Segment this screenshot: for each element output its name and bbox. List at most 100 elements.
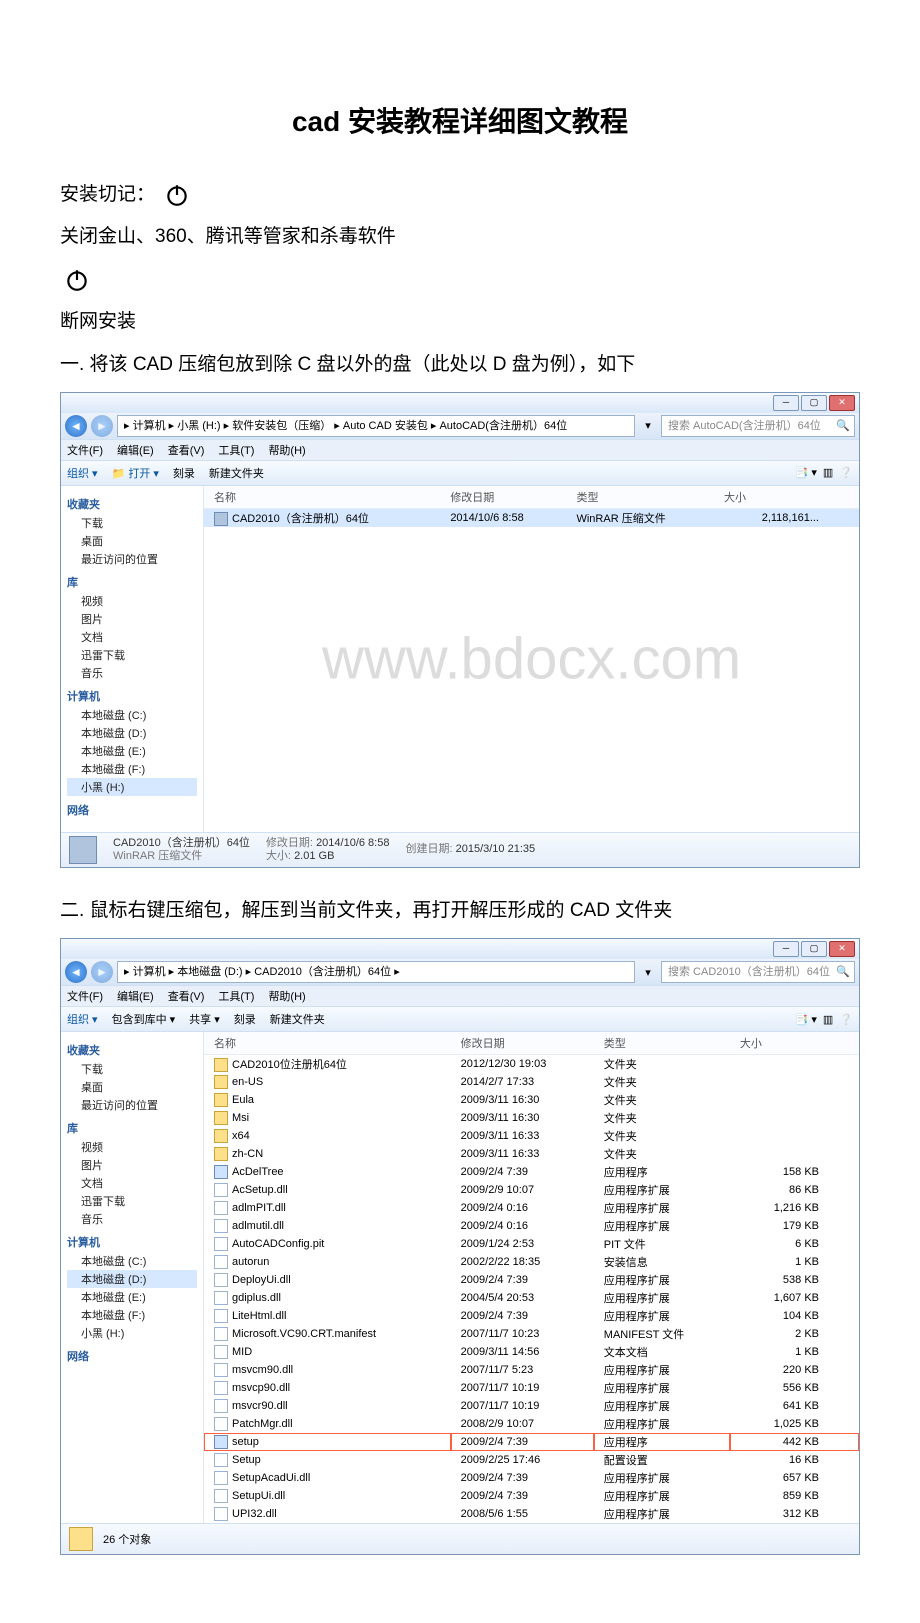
burn-button[interactable]: 刻录 [173, 465, 195, 481]
menu-help[interactable]: 帮助(H) [268, 988, 305, 1004]
menu-edit[interactable]: 编辑(E) [117, 442, 154, 458]
nav-videos[interactable]: 视频 [67, 592, 197, 610]
nav-recent[interactable]: 最近访问的位置 [67, 1096, 197, 1114]
preview-icon[interactable]: ▥ [823, 466, 833, 479]
table-row[interactable]: Setup2009/2/25 17:46配置设置16 KB [204, 1451, 859, 1469]
nav-documents[interactable]: 文档 [67, 628, 197, 646]
open-button[interactable]: 📁 打开 ▾ [112, 465, 159, 481]
nav-drive-e[interactable]: 本地磁盘 (E:) [67, 1288, 197, 1306]
table-row[interactable]: MID2009/3/11 14:56文本文档1 KB [204, 1343, 859, 1361]
organize-button[interactable]: 组织 ▾ [67, 465, 98, 481]
nav-pictures[interactable]: 图片 [67, 1156, 197, 1174]
col-type[interactable]: 类型 [566, 486, 714, 509]
menu-file[interactable]: 文件(F) [67, 988, 103, 1004]
col-name[interactable]: 名称 [204, 1032, 451, 1055]
col-date[interactable]: 修改日期 [440, 486, 566, 509]
nav-music[interactable]: 音乐 [67, 1210, 197, 1228]
nav-downloads[interactable]: 下载 [67, 1060, 197, 1078]
table-row[interactable]: DeployUi.dll2009/2/4 7:39应用程序扩展538 KB [204, 1271, 859, 1289]
back-button[interactable]: ◄ [65, 961, 87, 983]
minimize-button[interactable]: ─ [773, 941, 799, 957]
table-row[interactable]: msvcm90.dll2007/11/7 5:23应用程序扩展220 KB [204, 1361, 859, 1379]
nav-network[interactable]: 网络 [67, 802, 197, 818]
table-row[interactable]: adlmutil.dll2009/2/4 0:16应用程序扩展179 KB [204, 1217, 859, 1235]
nav-music[interactable]: 音乐 [67, 664, 197, 682]
burn-button[interactable]: 刻录 [234, 1011, 256, 1027]
table-row[interactable]: x642009/3/11 16:33文件夹 [204, 1127, 859, 1145]
share-button[interactable]: 共享 ▾ [189, 1011, 220, 1027]
table-row[interactable]: en-US2014/2/7 17:33文件夹 [204, 1073, 859, 1091]
organize-button[interactable]: 组织 ▾ [67, 1011, 98, 1027]
nav-recent[interactable]: 最近访问的位置 [67, 550, 197, 568]
view-icon[interactable]: 📑 ▾ [795, 1013, 817, 1026]
col-name[interactable]: 名称 [204, 486, 440, 509]
table-row[interactable]: setup2009/2/4 7:39应用程序442 KB [204, 1433, 859, 1451]
table-row[interactable]: UPI32.dll2008/5/6 1:55应用程序扩展312 KB [204, 1505, 859, 1523]
table-row[interactable]: msvcr90.dll2007/11/7 10:19应用程序扩展641 KB [204, 1397, 859, 1415]
table-row[interactable]: CAD2010（含注册机）64位2014/10/6 8:58WinRAR 压缩文… [204, 508, 859, 527]
table-row[interactable]: PatchMgr.dll2008/2/9 10:07应用程序扩展1,025 KB [204, 1415, 859, 1433]
col-date[interactable]: 修改日期 [451, 1032, 594, 1055]
nav-drive-d[interactable]: 本地磁盘 (D:) [67, 1270, 197, 1288]
nav-drive-f[interactable]: 本地磁盘 (F:) [67, 760, 197, 778]
table-row[interactable]: SetupAcadUi.dll2009/2/4 7:39应用程序扩展657 KB [204, 1469, 859, 1487]
breadcrumb[interactable]: ▸ 计算机 ▸ 本地磁盘 (D:) ▸ CAD2010（含注册机）64位 ▸ [117, 961, 635, 983]
nav-drive-e[interactable]: 本地磁盘 (E:) [67, 742, 197, 760]
table-row[interactable]: gdiplus.dll2004/5/4 20:53应用程序扩展1,607 KB [204, 1289, 859, 1307]
nav-videos[interactable]: 视频 [67, 1138, 197, 1156]
nav-drive-c[interactable]: 本地磁盘 (C:) [67, 1252, 197, 1270]
table-row[interactable]: Msi2009/3/11 16:30文件夹 [204, 1109, 859, 1127]
table-row[interactable]: AcDelTree2009/2/4 7:39应用程序158 KB [204, 1163, 859, 1181]
table-row[interactable]: adlmPIT.dll2009/2/4 0:16应用程序扩展1,216 KB [204, 1199, 859, 1217]
maximize-button[interactable]: ▢ [801, 941, 827, 957]
col-size[interactable]: 大小 [730, 1032, 859, 1055]
menu-view[interactable]: 查看(V) [168, 442, 205, 458]
table-row[interactable]: CAD2010位注册机64位2012/12/30 19:03文件夹 [204, 1055, 859, 1074]
menu-tools[interactable]: 工具(T) [218, 442, 254, 458]
nav-desktop[interactable]: 桌面 [67, 532, 197, 550]
nav-thunder[interactable]: 迅雷下载 [67, 1192, 197, 1210]
forward-button[interactable]: ► [91, 415, 113, 437]
help-icon[interactable]: ❔ [839, 466, 853, 479]
search-input[interactable]: 搜索 AutoCAD(含注册机）64位 [661, 415, 855, 437]
table-row[interactable]: Microsoft.VC90.CRT.manifest2007/11/7 10:… [204, 1325, 859, 1343]
nav-pictures[interactable]: 图片 [67, 610, 197, 628]
table-row[interactable]: LiteHtml.dll2009/2/4 7:39应用程序扩展104 KB [204, 1307, 859, 1325]
table-row[interactable]: msvcp90.dll2007/11/7 10:19应用程序扩展556 KB [204, 1379, 859, 1397]
close-button[interactable]: ✕ [829, 395, 855, 411]
nav-drive-h[interactable]: 小黑 (H:) [67, 1324, 197, 1342]
nav-network[interactable]: 网络 [67, 1348, 197, 1364]
forward-button[interactable]: ► [91, 961, 113, 983]
menu-edit[interactable]: 编辑(E) [117, 988, 154, 1004]
search-input[interactable]: 搜索 CAD2010（含注册机）64位 [661, 961, 855, 983]
nav-drive-d[interactable]: 本地磁盘 (D:) [67, 724, 197, 742]
menu-view[interactable]: 查看(V) [168, 988, 205, 1004]
new-folder-button[interactable]: 新建文件夹 [209, 465, 264, 481]
nav-downloads[interactable]: 下载 [67, 514, 197, 532]
nav-drive-c[interactable]: 本地磁盘 (C:) [67, 706, 197, 724]
breadcrumb[interactable]: ▸ 计算机 ▸ 小黑 (H:) ▸ 软件安装包（压缩） ▸ Auto CAD 安… [117, 415, 635, 437]
include-button[interactable]: 包含到库中 ▾ [112, 1011, 176, 1027]
table-row[interactable]: AutoCADConfig.pit2009/1/24 2:53PIT 文件6 K… [204, 1235, 859, 1253]
menu-file[interactable]: 文件(F) [67, 442, 103, 458]
col-size[interactable]: 大小 [714, 486, 859, 509]
help-icon[interactable]: ❔ [839, 1013, 853, 1026]
nav-drive-f[interactable]: 本地磁盘 (F:) [67, 1306, 197, 1324]
close-button[interactable]: ✕ [829, 941, 855, 957]
table-row[interactable]: zh-CN2009/3/11 16:33文件夹 [204, 1145, 859, 1163]
minimize-button[interactable]: ─ [773, 395, 799, 411]
table-row[interactable]: AcSetup.dll2009/2/9 10:07应用程序扩展86 KB [204, 1181, 859, 1199]
table-row[interactable]: autorun2002/2/22 18:35安装信息1 KB [204, 1253, 859, 1271]
new-folder-button[interactable]: 新建文件夹 [270, 1011, 325, 1027]
nav-thunder[interactable]: 迅雷下载 [67, 646, 197, 664]
nav-documents[interactable]: 文档 [67, 1174, 197, 1192]
view-icon[interactable]: 📑 ▾ [795, 466, 817, 479]
menu-help[interactable]: 帮助(H) [268, 442, 305, 458]
back-button[interactable]: ◄ [65, 415, 87, 437]
preview-icon[interactable]: ▥ [823, 1013, 833, 1026]
maximize-button[interactable]: ▢ [801, 395, 827, 411]
menu-tools[interactable]: 工具(T) [218, 988, 254, 1004]
nav-drive-h[interactable]: 小黑 (H:) [67, 778, 197, 796]
col-type[interactable]: 类型 [594, 1032, 730, 1055]
table-row[interactable]: SetupUi.dll2009/2/4 7:39应用程序扩展859 KB [204, 1487, 859, 1505]
